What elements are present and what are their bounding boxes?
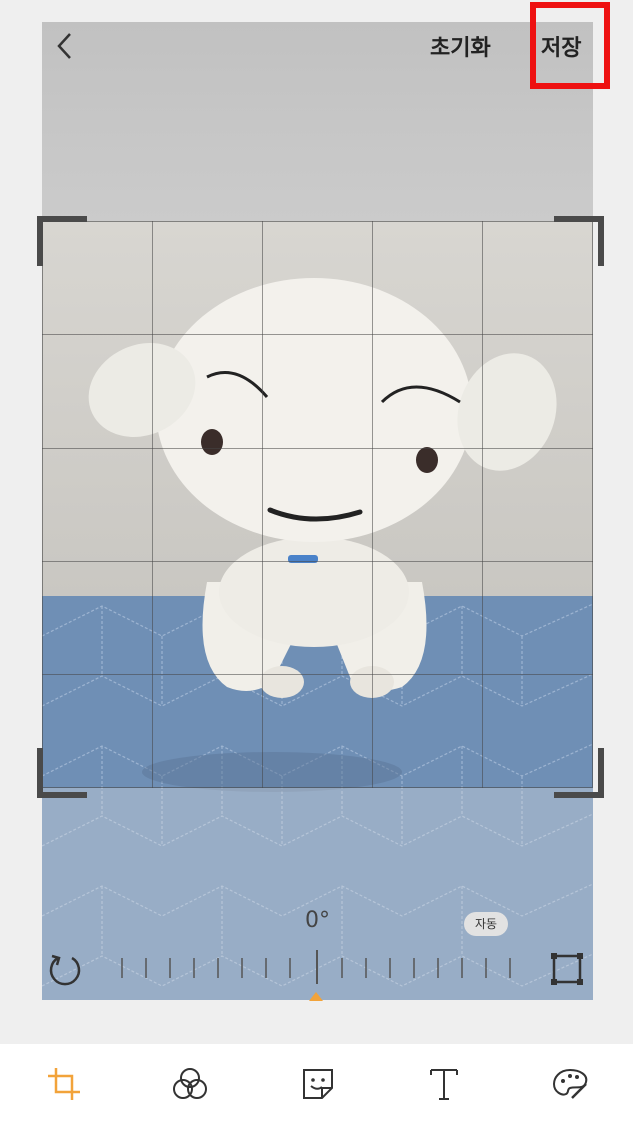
- draw-tool-button[interactable]: [550, 1064, 590, 1104]
- sticker-icon: [303, 1069, 333, 1099]
- save-button-highlight: [530, 2, 610, 89]
- rotation-angle-label: 0°: [305, 908, 330, 933]
- back-button[interactable]: [52, 30, 78, 62]
- filter-tool-button[interactable]: [170, 1064, 210, 1104]
- chevron-left-icon: [57, 33, 71, 59]
- crop-handle-top-left[interactable]: [37, 216, 87, 266]
- aspect-ratio-button[interactable]: [550, 952, 584, 986]
- crop-handle-bottom-left[interactable]: [37, 748, 87, 798]
- rotate-icon: [49, 954, 81, 986]
- crop-icon: [48, 1068, 80, 1100]
- palette-icon: [552, 1068, 588, 1099]
- text-icon: [430, 1069, 458, 1100]
- crop-grid[interactable]: [42, 221, 593, 788]
- crop-handle-bottom-right[interactable]: [554, 748, 604, 798]
- slider-pointer: [309, 992, 323, 1001]
- aspect-ratio-icon: [551, 953, 583, 985]
- rotation-slider[interactable]: [110, 950, 530, 990]
- auto-straighten-button[interactable]: 자동: [464, 912, 508, 936]
- rotate-button[interactable]: [48, 952, 82, 986]
- reset-button[interactable]: 초기화: [430, 30, 491, 62]
- text-tool-button[interactable]: [424, 1064, 464, 1104]
- filter-icon: [173, 1068, 207, 1099]
- sticker-tool-button[interactable]: [298, 1064, 338, 1104]
- crop-tool-button[interactable]: [44, 1064, 84, 1104]
- crop-handle-top-right[interactable]: [554, 216, 604, 266]
